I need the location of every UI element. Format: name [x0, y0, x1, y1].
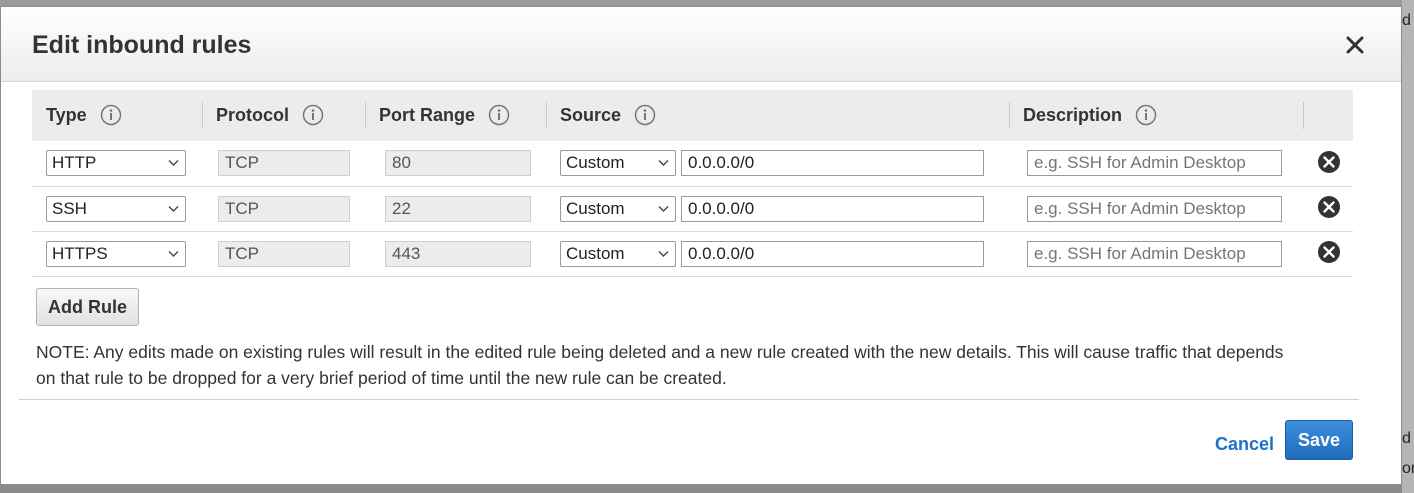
table-row: SSH TCP 22 Custom — [32, 186, 1353, 231]
column-header-port-range[interactable]: Port Range — [365, 90, 546, 141]
source-select[interactable]: Custom — [560, 195, 676, 222]
description-input[interactable] — [1027, 240, 1282, 267]
column-header-protocol[interactable]: Protocol — [202, 90, 365, 141]
column-header-type[interactable]: Type — [32, 90, 202, 141]
column-header-description[interactable]: Description — [1009, 90, 1303, 141]
type-select[interactable]: HTTPS — [46, 240, 186, 267]
save-button[interactable]: Save — [1285, 420, 1353, 460]
chevron-down-icon — [658, 205, 669, 212]
info-icon[interactable] — [488, 104, 510, 126]
source-cidr-input[interactable] — [681, 240, 984, 267]
protocol-field: TCP — [218, 240, 350, 267]
description-input[interactable] — [1027, 195, 1282, 222]
description-input[interactable] — [1027, 150, 1282, 177]
remove-circle-icon — [1318, 150, 1340, 173]
info-icon[interactable] — [634, 104, 656, 126]
cancel-button[interactable]: Cancel — [1215, 434, 1274, 455]
remove-rule-button[interactable] — [1317, 195, 1341, 222]
edit-inbound-rules-modal: Edit inbound rules Type Protocol Port Ra… — [0, 6, 1402, 485]
backdrop-text-fragment: d — [1402, 430, 1411, 447]
type-select-value: HTTP — [52, 153, 97, 173]
source-select[interactable]: Custom — [560, 150, 676, 177]
modal-header: Edit inbound rules — [1, 7, 1401, 82]
table-row: HTTPS TCP 443 Custom — [32, 231, 1353, 276]
column-header-label: Description — [1023, 105, 1123, 125]
info-icon[interactable] — [100, 104, 122, 126]
chevron-down-icon — [168, 250, 179, 257]
type-select-value: HTTPS — [52, 243, 108, 263]
column-header-label: Port Range — [379, 105, 476, 125]
column-header-label: Protocol — [216, 105, 290, 125]
footer-divider — [19, 399, 1359, 400]
source-select[interactable]: Custom — [560, 240, 676, 267]
chevron-down-icon — [658, 160, 669, 167]
type-select[interactable]: SSH — [46, 195, 186, 222]
backdrop-text-fragment: d — [1402, 12, 1411, 29]
type-select-value: SSH — [52, 198, 87, 218]
protocol-field: TCP — [218, 150, 350, 177]
source-select-value: Custom — [566, 243, 625, 263]
source-cidr-input[interactable] — [681, 150, 984, 177]
remove-circle-icon — [1318, 196, 1340, 218]
close-button[interactable] — [1339, 29, 1371, 61]
column-header-actions — [1303, 90, 1353, 141]
port-range-field: 80 — [385, 150, 531, 177]
remove-circle-icon — [1318, 241, 1340, 263]
column-header-label: Type — [46, 105, 87, 125]
rules-table: Type Protocol Port Range Source Descript… — [32, 90, 1353, 277]
close-icon — [1346, 36, 1364, 54]
info-icon[interactable] — [1135, 104, 1157, 126]
source-select-value: Custom — [566, 198, 625, 218]
chevron-down-icon — [658, 250, 669, 257]
chevron-down-icon — [168, 160, 179, 167]
port-range-field: 22 — [385, 195, 531, 222]
protocol-field: TCP — [218, 195, 350, 222]
type-select[interactable]: HTTP — [46, 150, 186, 177]
info-icon[interactable] — [302, 104, 324, 126]
source-select-value: Custom — [566, 153, 625, 173]
edit-warning-note: NOTE: Any edits made on existing rules w… — [36, 342, 1284, 388]
table-row: HTTP TCP 80 Custom — [32, 141, 1353, 186]
column-header-source[interactable]: Source — [546, 90, 1009, 141]
column-header-label: Source — [560, 105, 622, 125]
backdrop-text-fragment: or — [1402, 460, 1414, 477]
add-rule-button[interactable]: Add Rule — [36, 288, 139, 326]
chevron-down-icon — [168, 205, 179, 212]
source-cidr-input[interactable] — [681, 195, 984, 222]
modal-title: Edit inbound rules — [32, 31, 252, 59]
backdrop-right-edge: d d or — [1402, 0, 1414, 493]
table-header-row: Type Protocol Port Range Source Descript… — [32, 90, 1353, 141]
remove-rule-button[interactable] — [1317, 150, 1341, 177]
remove-rule-button[interactable] — [1317, 240, 1341, 267]
port-range-field: 443 — [385, 240, 531, 267]
